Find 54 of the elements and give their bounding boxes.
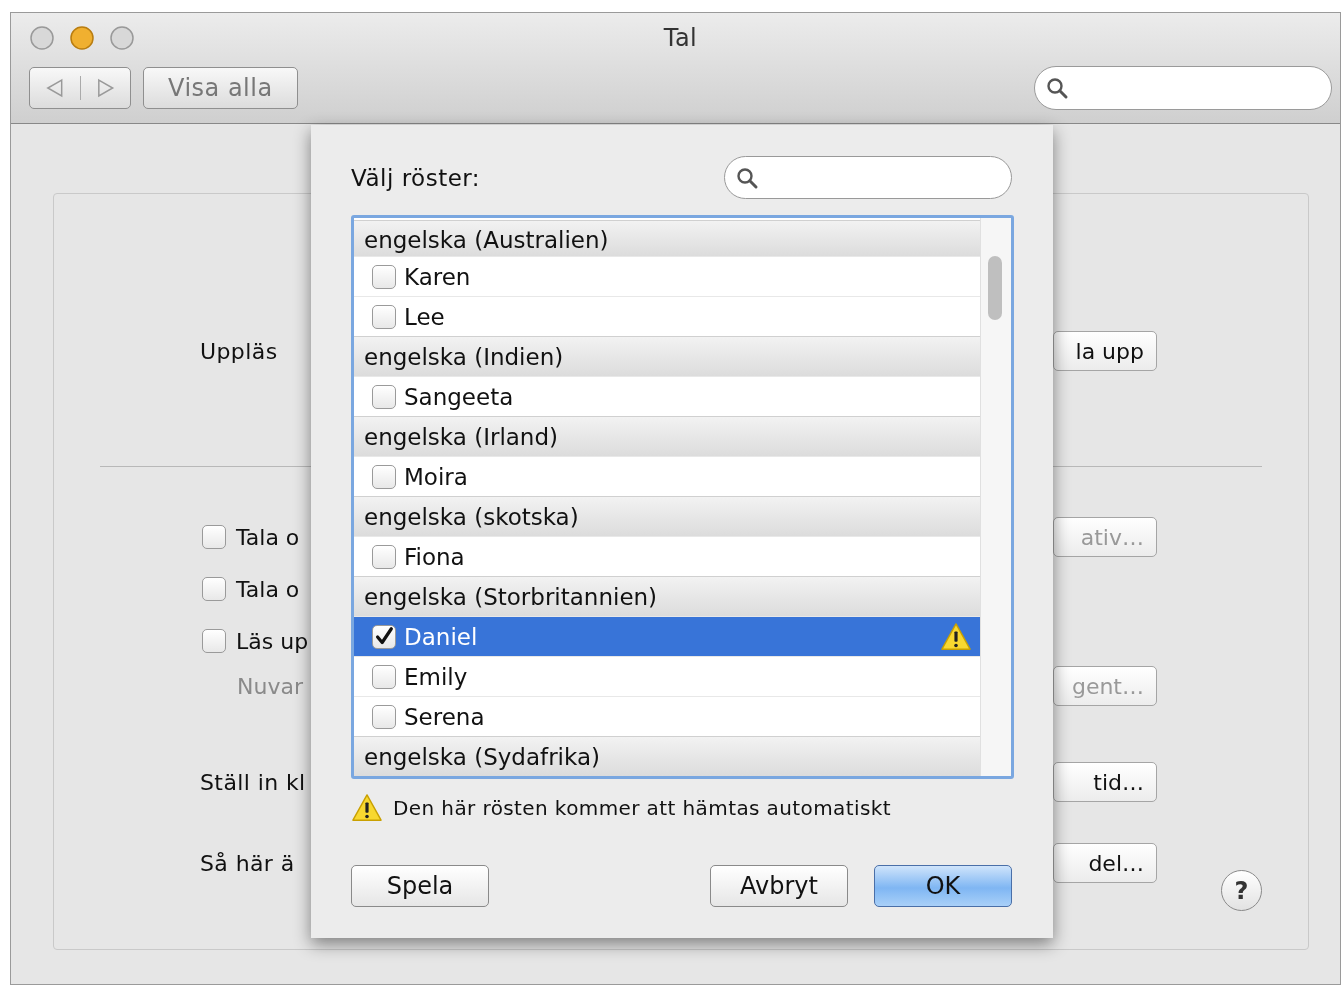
checkbox[interactable] [202,629,226,653]
setting-label: Uppläs [200,338,278,364]
dialog-button[interactable]: Spela [351,865,489,907]
group-header: engelska (Indien) [354,336,981,376]
window-button-icon[interactable] [69,25,95,51]
voice-name: Emily [404,663,469,690]
checkbox[interactable] [372,624,396,649]
search-field[interactable] [1034,66,1332,110]
settings-button[interactable]: tid… [1053,762,1157,802]
window-title: Tal [663,24,698,52]
download-note: Den här rösten kommer att hämtas automatiskt [393,796,891,820]
checkbox[interactable] [372,544,396,569]
settings-button[interactable]: del… [1053,843,1157,883]
checkbox-label: Läs up [236,628,309,654]
group-header: engelska (Australien) [354,220,981,256]
checkbox[interactable] [372,384,396,409]
search-icon [735,165,759,190]
checkbox[interactable] [372,304,396,329]
show-all-button[interactable]: Visa alla [143,67,298,109]
checkbox[interactable] [372,664,396,689]
checkbox[interactable] [372,264,396,289]
voices-label: Välj röster: [351,164,481,191]
search-icon [1045,76,1069,100]
settings-button[interactable]: la upp [1053,331,1157,371]
back-forward-control[interactable] [29,67,131,109]
dialog-button[interactable]: Avbryt [710,865,848,907]
checkbox[interactable] [202,577,226,601]
voice-name: Sangeeta [404,383,515,410]
checkbox-label: Tala o [236,576,300,602]
help-button[interactable]: ? [1221,870,1262,911]
warning-icon [351,793,383,823]
checkbox[interactable] [372,464,396,489]
dialog-button[interactable]: OK [874,865,1012,907]
setting-label: Så här ä [200,850,295,876]
scrollbar-thumb[interactable] [988,256,1003,320]
status-text: Nuvar [237,673,303,699]
group-header: engelska (Storbritannien) [354,576,981,616]
group-header: engelska (skotska) [354,496,981,536]
checkbox[interactable] [202,525,226,549]
checkbox-label: Tala o [236,524,300,550]
voice-name: Daniel [404,623,479,650]
search-field[interactable] [724,156,1012,199]
voice-name: Fiona [404,543,466,570]
voice-name: Karen [404,263,472,290]
voice-name: Moira [404,463,469,490]
window-button-icon[interactable] [109,25,135,51]
group-header: engelska (Sydafrika) [354,736,981,776]
setting-label: Ställ in kl [200,769,306,795]
window-button-icon[interactable] [29,25,55,51]
voice-name: Lee [404,303,446,330]
checkbox[interactable] [372,704,396,729]
group-header: engelska (Irland) [354,416,981,456]
voice-row[interactable]: Daniel [354,616,981,656]
voice-name: Serena [404,703,486,730]
